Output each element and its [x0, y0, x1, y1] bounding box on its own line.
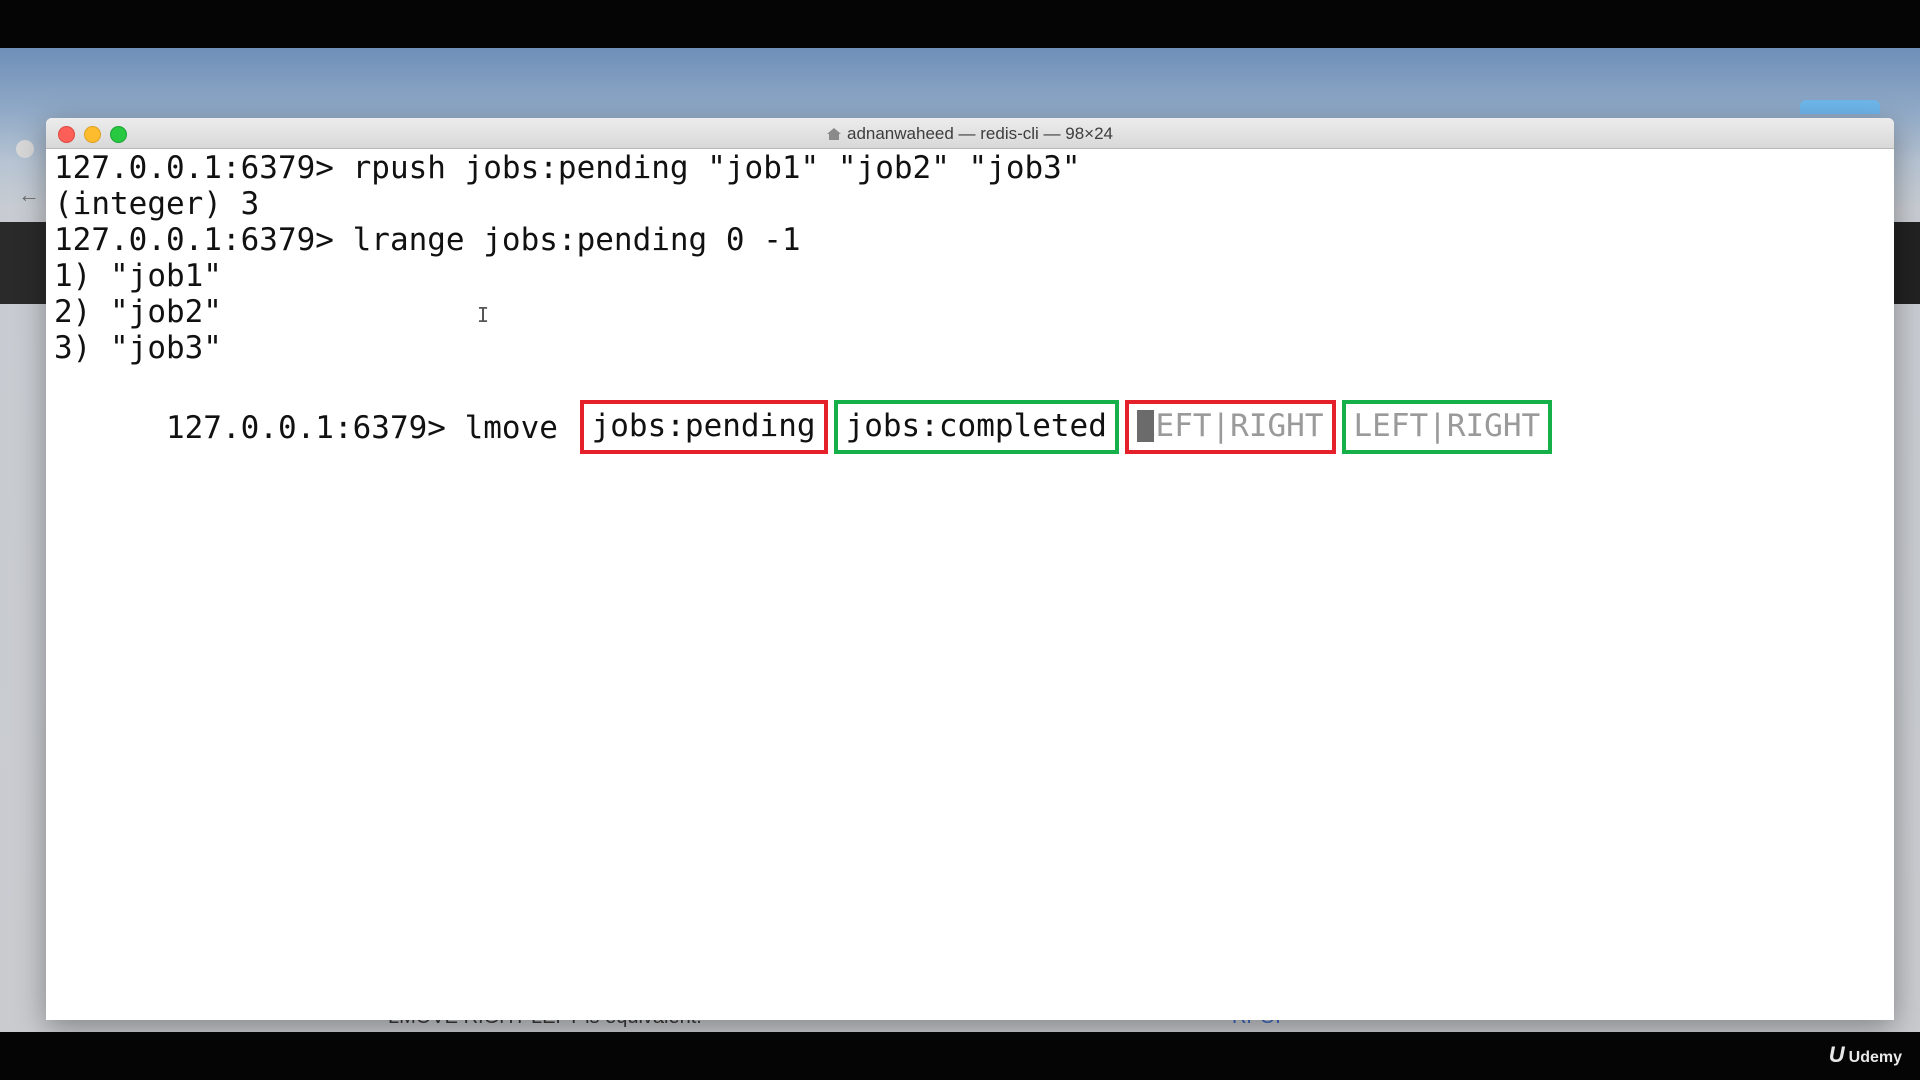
- terminal-line: 127.0.0.1:6379> rpush jobs:pending "job1…: [54, 150, 1081, 186]
- terminal-input-line[interactable]: 127.0.0.1:6379> lmove jobs:pending jobs:c…: [54, 366, 1894, 454]
- wherefrom-hint: EFT|RIGHT: [1155, 408, 1324, 444]
- terminal-line: 1) "job1": [54, 258, 222, 294]
- title-bar: adnanwaheed — redis-cli — 98×24: [46, 118, 1894, 149]
- whereto-hint: LEFT|RIGHT: [1353, 408, 1541, 444]
- mouse-ibeam-cursor: I: [477, 303, 490, 327]
- destination-key-arg: jobs:completed: [845, 408, 1107, 444]
- top-letterbox: [0, 0, 1920, 48]
- terminal-content[interactable]: 127.0.0.1:6379> rpush jobs:pending "job1…: [54, 150, 1894, 1020]
- udemy-logo-icon: U: [1828, 1042, 1845, 1067]
- window-title: adnanwaheed — redis-cli — 98×24: [46, 124, 1894, 144]
- background-dark-strip-right: [1892, 222, 1920, 304]
- source-key-highlight: jobs:pending: [579, 400, 828, 454]
- udemy-brand-text: Udemy: [1848, 1049, 1902, 1066]
- udemy-watermark: U Udemy: [1829, 1042, 1902, 1068]
- terminal-line: (integer) 3: [54, 186, 260, 222]
- folder-icon: [1800, 100, 1880, 114]
- source-key-arg: jobs:pending: [591, 408, 816, 444]
- bottom-letterbox: [0, 1032, 1920, 1080]
- terminal-line: 3) "job3": [54, 330, 222, 366]
- text-cursor: [1136, 409, 1154, 442]
- background-window-dot: [16, 140, 34, 158]
- destination-key-highlight: jobs:completed: [833, 400, 1119, 454]
- window-title-text: adnanwaheed — redis-cli — 98×24: [846, 124, 1114, 143]
- home-icon: [826, 128, 841, 140]
- terminal-window: adnanwaheed — redis-cli — 98×24 127.0.0.…: [46, 118, 1894, 1020]
- back-arrow-icon: ←: [18, 182, 40, 207]
- wherefrom-hint-highlight: LEFT|RIGHT: [1124, 400, 1336, 454]
- terminal-line: 2) "job2": [54, 294, 222, 330]
- background-dark-strip-left: [0, 222, 47, 304]
- whereto-hint-highlight: LEFT|RIGHT: [1341, 400, 1553, 454]
- terminal-line: 127.0.0.1:6379> lrange jobs:pending 0 -1: [54, 222, 801, 258]
- command-prompt: 127.0.0.1:6379> lmove: [165, 409, 577, 446]
